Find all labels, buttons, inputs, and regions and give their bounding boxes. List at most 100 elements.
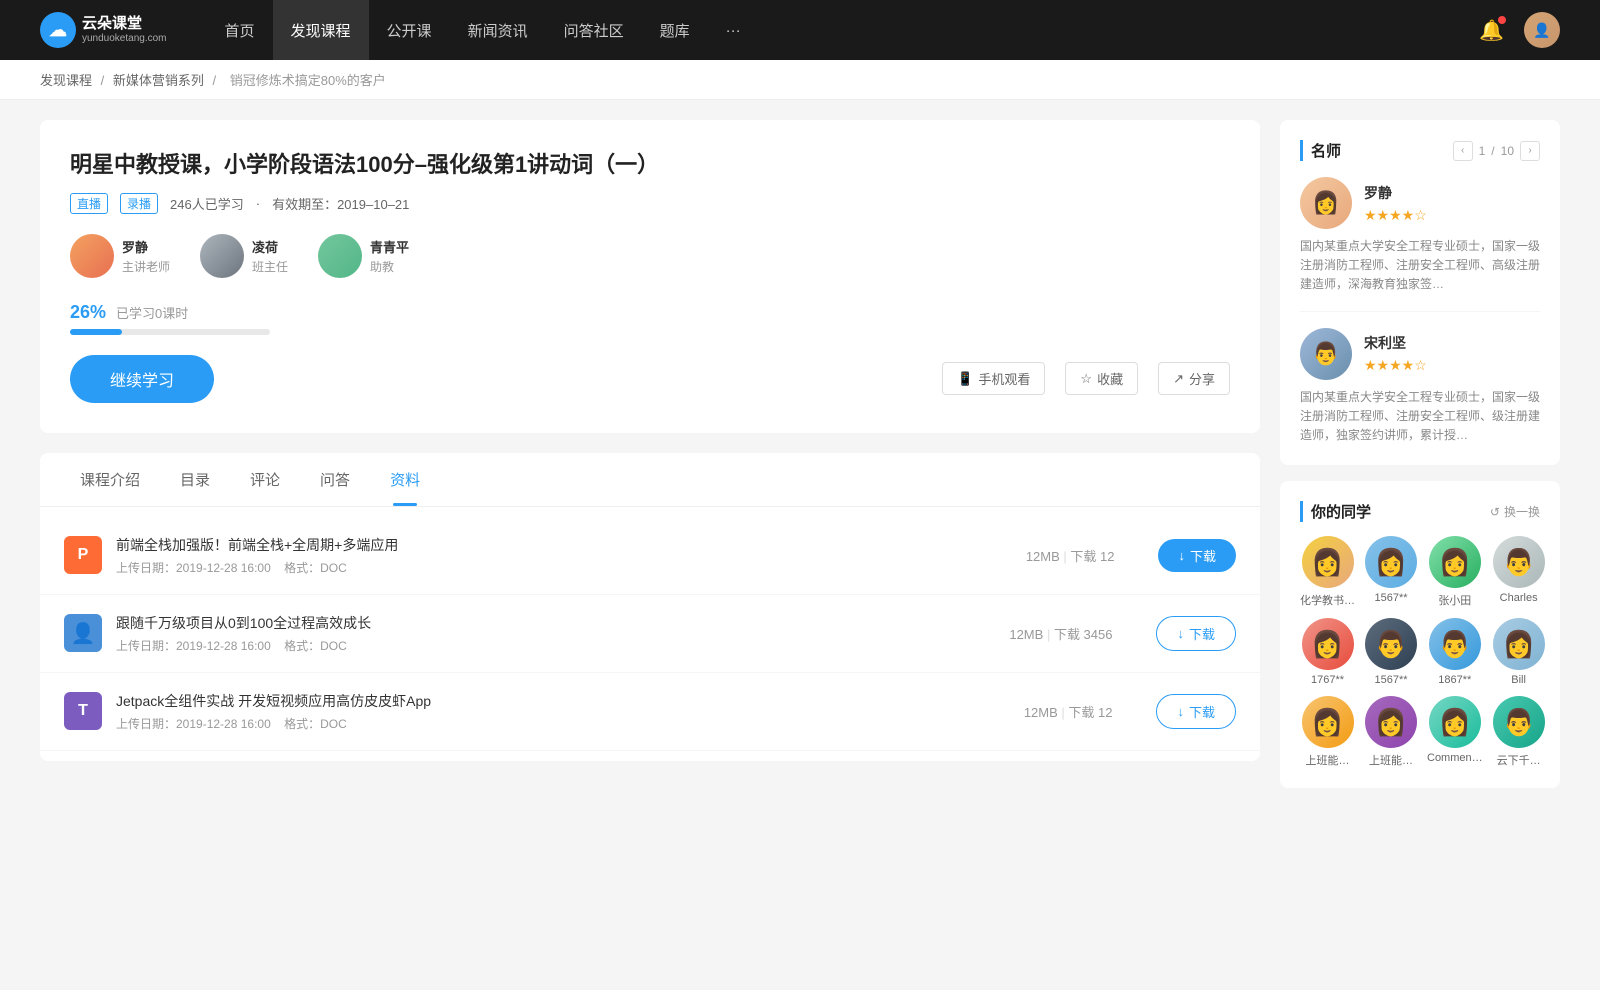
- classmate-7: 👩 Bill: [1493, 618, 1545, 686]
- resource-item-2: T Jetpack全组件实战 开发短视频应用高仿皮皮虾App 上传日期：2019…: [40, 673, 1260, 751]
- breadcrumb-discover[interactable]: 发现课程: [40, 73, 92, 88]
- classmate-name-10: Commen…: [1427, 752, 1483, 764]
- classmates-header: 你的同学 ↺ 换一换: [1300, 501, 1540, 522]
- notification-dot: [1498, 16, 1506, 24]
- classmate-avatar-2: 👩: [1429, 536, 1481, 588]
- resource-stats-2: 12MB | 下载 12: [1024, 702, 1113, 721]
- prev-page-btn[interactable]: ‹: [1453, 141, 1473, 161]
- resource-icon-1: 👤: [64, 614, 102, 652]
- action-links: 📱 手机观看 ☆ 收藏 ↗ 分享: [942, 362, 1230, 395]
- refresh-button[interactable]: ↺ 换一换: [1490, 503, 1540, 520]
- side-teacher-avatar-1: 👨: [1300, 328, 1352, 380]
- action-share-label: 分享: [1189, 369, 1215, 388]
- teacher-avatar-1: [200, 234, 244, 278]
- classmate-avatar-3: 👨: [1493, 536, 1545, 588]
- nav-more[interactable]: ···: [708, 0, 759, 60]
- classmate-3: 👨 Charles: [1493, 536, 1545, 608]
- teacher-info-2: 青青平 助教: [370, 237, 409, 275]
- nav-quiz[interactable]: 题库: [642, 0, 708, 60]
- action-collect[interactable]: ☆ 收藏: [1065, 362, 1138, 395]
- classmate-6: 👨 1867**: [1427, 618, 1483, 686]
- action-share[interactable]: ↗ 分享: [1158, 362, 1230, 395]
- nav-home[interactable]: 首页: [207, 0, 273, 60]
- classmate-name-2: 张小田: [1427, 592, 1483, 608]
- side-teacher-top-1: 👨 宋利坚 ★★★★☆: [1300, 328, 1540, 380]
- classmate-avatar-10: 👩: [1429, 696, 1481, 748]
- left-panel: 明星中教授课，小学阶段语法100分–强化级第1讲动词（一） 直播 录播 246人…: [40, 120, 1260, 804]
- resource-item-0: P 前端全栈加强版！前端全栈+全周期+多端应用 上传日期：2019-12-28 …: [40, 517, 1260, 595]
- main-content: 明星中教授课，小学阶段语法100分–强化级第1讲动词（一） 直播 录播 246人…: [0, 100, 1600, 824]
- bell-icon[interactable]: 🔔: [1479, 18, 1504, 43]
- nav-open[interactable]: 公开课: [369, 0, 450, 60]
- teachers-row: 罗静 主讲老师 凌荷 班主任 青青平 助教: [70, 234, 1230, 278]
- teacher-name-0: 罗静: [122, 237, 170, 256]
- classmate-avatar-6: 👨: [1429, 618, 1481, 670]
- teachers-pagination: ‹ 1 / 10 ›: [1453, 141, 1540, 161]
- refresh-label: 换一换: [1504, 503, 1540, 520]
- classmate-4: 👩 1767**: [1300, 618, 1355, 686]
- nav-news[interactable]: 新闻资讯: [450, 0, 546, 60]
- classmate-8: 👩 上班能…: [1300, 696, 1355, 768]
- nav-items: 首页 发现课程 公开课 新闻资讯 问答社区 题库 ···: [207, 0, 1480, 60]
- resource-list: P 前端全栈加强版！前端全栈+全周期+多端应用 上传日期：2019-12-28 …: [40, 507, 1260, 761]
- classmate-name-0: 化学教书…: [1300, 592, 1355, 608]
- nav-right: 🔔 👤: [1479, 12, 1560, 48]
- classmate-name-8: 上班能…: [1300, 752, 1355, 768]
- page-sep: /: [1491, 144, 1494, 158]
- breadcrumb-series[interactable]: 新媒体营销系列: [113, 73, 204, 88]
- side-teacher-name-1: 宋利坚: [1364, 333, 1427, 353]
- resource-meta-2: 上传日期：2019-12-28 16:00 格式：DOC: [116, 715, 980, 732]
- teacher-info-0: 罗静 主讲老师: [122, 237, 170, 275]
- user-avatar[interactable]: 👤: [1524, 12, 1560, 48]
- teacher-role-2: 助教: [370, 258, 409, 275]
- classmate-avatar-0: 👩: [1302, 536, 1354, 588]
- download-button-1[interactable]: ↓ 下载: [1156, 616, 1236, 651]
- resource-info-1: 跟随千万级项目从0到100全过程高效成长 上传日期：2019-12-28 16:…: [116, 613, 965, 654]
- progress-label: 26% 已学习0课时: [70, 302, 1230, 323]
- classmate-name-6: 1867**: [1427, 674, 1483, 686]
- teacher-role-1: 班主任: [252, 258, 288, 275]
- right-panel: 名师 ‹ 1 / 10 › 👩 罗静 ★★★★☆: [1280, 120, 1560, 804]
- badge-live: 直播: [70, 193, 108, 214]
- logo[interactable]: ☁ 云朵课堂 yunduoketang.com: [40, 12, 167, 48]
- action-collect-label: 收藏: [1097, 369, 1123, 388]
- tabs-header: 课程介绍 目录 评论 问答 资料: [40, 453, 1260, 507]
- teacher-role-0: 主讲老师: [122, 258, 170, 275]
- teacher-name-2: 青青平: [370, 237, 409, 256]
- download-label-2: 下载: [1189, 702, 1215, 721]
- resource-meta-1: 上传日期：2019-12-28 16:00 格式：DOC: [116, 637, 965, 654]
- resource-stats-0: 12MB | 下载 12: [1026, 546, 1115, 565]
- classmate-name-9: 上班能…: [1365, 752, 1417, 768]
- resource-info-2: Jetpack全组件实战 开发短视频应用高仿皮皮虾App 上传日期：2019-1…: [116, 691, 980, 732]
- action-phone[interactable]: 📱 手机观看: [942, 362, 1045, 395]
- side-teacher-info-0: 罗静 ★★★★☆: [1364, 183, 1427, 224]
- course-header-card: 明星中教授课，小学阶段语法100分–强化级第1讲动词（一） 直播 录播 246人…: [40, 120, 1260, 433]
- teacher-item-0: 罗静 主讲老师: [70, 234, 170, 278]
- progress-text: 已学习0课时: [116, 303, 188, 322]
- tab-qa[interactable]: 问答: [300, 453, 370, 506]
- classmates-card: 你的同学 ↺ 换一换 👩 化学教书… 👩 1567** 👩 张小田: [1280, 481, 1560, 788]
- download-label-0: 下载: [1190, 546, 1216, 565]
- nav-qa[interactable]: 问答社区: [546, 0, 642, 60]
- classmates-grid: 👩 化学教书… 👩 1567** 👩 张小田 👨 Charles 👩: [1300, 536, 1540, 768]
- classmate-9: 👩 上班能…: [1365, 696, 1417, 768]
- tab-intro[interactable]: 课程介绍: [60, 453, 160, 506]
- side-teacher-desc-0: 国内某重点大学安全工程专业硕士，国家一级注册消防工程师、注册安全工程师、高级注册…: [1300, 237, 1540, 295]
- breadcrumb-sep1: /: [101, 73, 108, 88]
- side-teacher-info-1: 宋利坚 ★★★★☆: [1364, 333, 1427, 374]
- continue-button[interactable]: 继续学习: [70, 355, 214, 403]
- side-teacher-desc-1: 国内某重点大学安全工程专业硕士，国家一级注册消防工程师、注册安全工程师、级注册建…: [1300, 388, 1540, 446]
- side-teacher-1: 👨 宋利坚 ★★★★☆ 国内某重点大学安全工程专业硕士，国家一级注册消防工程师、…: [1300, 328, 1540, 446]
- tab-comment[interactable]: 评论: [230, 453, 300, 506]
- download-button-2[interactable]: ↓ 下载: [1156, 694, 1236, 729]
- tab-catalog[interactable]: 目录: [160, 453, 230, 506]
- next-page-btn[interactable]: ›: [1520, 141, 1540, 161]
- download-button-0[interactable]: ↓ 下载: [1158, 539, 1236, 572]
- resource-name-0: 前端全栈加强版！前端全栈+全周期+多端应用: [116, 535, 982, 555]
- classmate-10: 👩 Commen…: [1427, 696, 1483, 768]
- action-phone-label: 手机观看: [978, 369, 1030, 388]
- tab-resources[interactable]: 资料: [370, 453, 440, 506]
- download-label-1: 下载: [1189, 624, 1215, 643]
- nav-discover[interactable]: 发现课程: [273, 0, 369, 60]
- breadcrumb: 发现课程 / 新媒体营销系列 / 销冠修炼术搞定80%的客户: [0, 60, 1600, 100]
